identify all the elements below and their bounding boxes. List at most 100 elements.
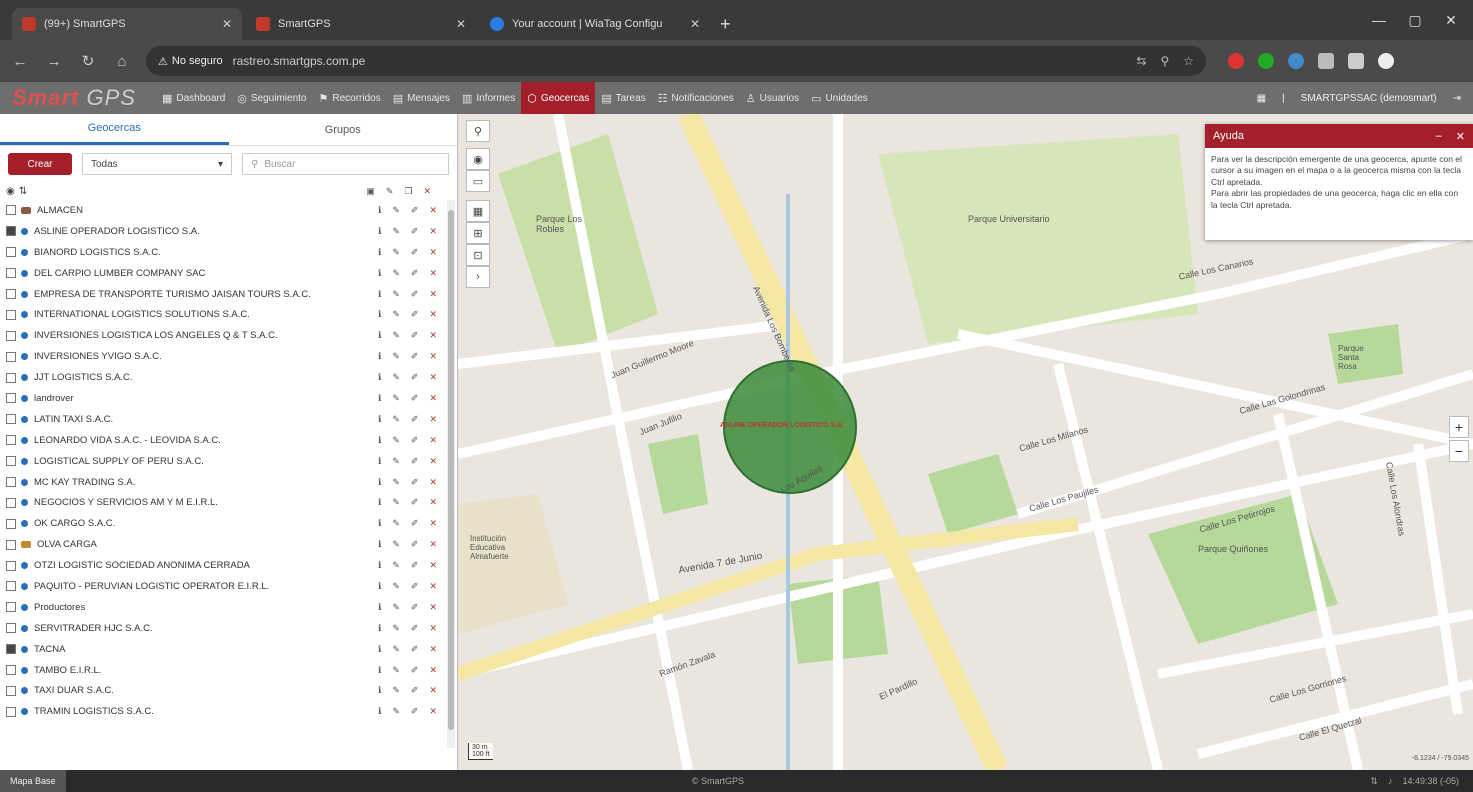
edit-icon[interactable]: ✎ [392,644,400,655]
copy-icon[interactable]: ❐ [404,186,412,197]
delete-icon[interactable]: ✕ [429,309,437,320]
apps-grid-icon[interactable]: ▦ [1257,93,1266,104]
browser-tab[interactable]: SmartGPS ✕ [246,8,476,40]
menu-unidades[interactable]: ▭ Unidades [805,82,874,114]
row-checkbox[interactable] [6,289,16,299]
tab-grupos[interactable]: Grupos [229,114,458,145]
logout-icon[interactable]: ⇥ [1453,93,1461,104]
edit-icon[interactable]: ✎ [392,706,400,717]
properties-icon[interactable]: ✐ [411,644,419,655]
menu-mensajes[interactable]: ▤ Mensajes [387,82,456,114]
geofence-row[interactable]: JJT LOGISTICS S.A.C. ℹ ✎ ✐ ✕ [0,367,457,388]
geofence-row[interactable]: OLVA CARGA ℹ ✎ ✐ ✕ [0,534,457,555]
create-button[interactable]: Crear [8,153,72,175]
app-logo[interactable]: Smart GPS [12,85,136,111]
menu-informes[interactable]: ▥ Informes [456,82,521,114]
row-checkbox[interactable] [6,665,16,676]
properties-icon[interactable]: ✐ [411,372,419,383]
geofence-row[interactable]: TACNA ℹ ✎ ✐ ✕ [0,639,457,660]
row-checkbox[interactable] [6,539,16,550]
translate-icon[interactable]: ⇆ [1136,54,1146,68]
properties-icon[interactable]: ✐ [411,414,419,425]
properties-icon[interactable]: ✐ [411,226,419,237]
info-icon[interactable]: ℹ [378,685,381,696]
geofence-row[interactable]: TRAMIN LOGISTICS S.A.C. ℹ ✎ ✐ ✕ [0,701,457,722]
delete-icon[interactable]: ✕ [429,435,437,446]
properties-icon[interactable]: ✐ [411,581,419,592]
row-checkbox[interactable] [6,330,16,341]
tab-geocercas[interactable]: Geocercas [0,114,229,145]
delete-icon[interactable]: ✕ [429,539,437,550]
properties-icon[interactable]: ✐ [411,309,419,320]
menu-seguimiento[interactable]: ◎ Seguimiento [231,82,312,114]
delete-icon[interactable]: ✕ [429,518,437,529]
browser-tab[interactable]: (99+) SmartGPS ✕ [12,8,242,40]
sound-icon[interactable]: ♪ [1388,776,1393,787]
row-checkbox[interactable] [6,393,16,404]
delete-icon[interactable]: ✕ [429,560,437,571]
properties-icon[interactable]: ✐ [411,602,419,613]
geofence-row[interactable]: Productores ℹ ✎ ✐ ✕ [0,597,457,618]
edit-icon[interactable]: ✎ [392,623,400,634]
delete-icon[interactable]: ✕ [429,247,437,258]
delete-icon[interactable]: ✕ [429,372,437,383]
geofence-row[interactable]: DEL CARPIO LUMBER COMPANY SAC ℹ ✎ ✐ ✕ [0,263,457,284]
geofence-row[interactable]: INVERSIONES LOGISTICA LOS ANGELES Q & T … [0,325,457,346]
delete-icon[interactable]: ✕ [429,685,437,696]
edit-icon[interactable]: ✎ [392,456,400,467]
row-checkbox[interactable] [6,414,16,425]
delete-icon[interactable]: ✕ [429,268,437,279]
properties-icon[interactable]: ✐ [411,435,419,446]
row-checkbox[interactable] [6,518,16,529]
row-checkbox[interactable] [6,247,16,258]
edit-icon[interactable]: ✎ [392,477,400,488]
geofence-row[interactable]: TAMBO E.I.R.L. ℹ ✎ ✐ ✕ [0,660,457,681]
extensions-puzzle-icon[interactable] [1318,53,1334,69]
edit-icon[interactable]: ✎ [392,435,400,446]
close-tab-icon[interactable]: ✕ [690,17,700,31]
properties-icon[interactable]: ✐ [411,456,419,467]
menu-geocercas[interactable]: ⬡ Geocercas [521,82,596,114]
map-ruler-icon[interactable]: ▭ [466,170,490,192]
properties-icon[interactable]: ✐ [411,330,419,341]
geofence-row[interactable]: ASLINE OPERADOR LOGISTICO S.A. ℹ ✎ ✐ ✕ [0,221,457,242]
info-icon[interactable]: ℹ [378,497,381,508]
delete-icon[interactable]: ✕ [429,456,437,467]
bookmark-star-icon[interactable]: ☆ [1183,54,1194,68]
row-checkbox[interactable] [6,205,16,216]
zoom-out-button[interactable]: − [1449,440,1469,462]
properties-icon[interactable]: ✐ [411,518,419,529]
info-icon[interactable]: ℹ [378,393,381,404]
geofence-row[interactable]: LOGISTICAL SUPPLY OF PERU S.A.C. ℹ ✎ ✐ ✕ [0,451,457,472]
info-icon[interactable]: ℹ [378,581,381,592]
row-checkbox[interactable] [6,435,16,446]
geofence-row[interactable]: INTERNATIONAL LOGISTICS SOLUTIONS S.A.C.… [0,304,457,325]
back-icon[interactable]: ← [10,53,30,70]
info-icon[interactable]: ℹ [378,560,381,571]
geofence-row[interactable]: LATIN TAXI S.A.C. ℹ ✎ ✐ ✕ [0,409,457,430]
properties-icon[interactable]: ✐ [411,393,419,404]
user-account[interactable]: SMARTGPSSAC (demosmart) [1301,93,1437,104]
edit-icon[interactable]: ✎ [392,602,400,613]
info-icon[interactable]: ℹ [378,456,381,467]
delete-icon[interactable]: ✕ [429,644,437,655]
edit-icon[interactable]: ✎ [392,226,400,237]
scrollbar-thumb[interactable] [448,210,454,730]
properties-icon[interactable]: ✐ [411,539,419,550]
row-checkbox[interactable] [6,456,16,467]
delete-all-icon[interactable]: ✕ [423,186,431,197]
row-checkbox[interactable] [6,685,16,696]
geofence-row[interactable]: MC KAY TRADING S.A. ℹ ✎ ✐ ✕ [0,472,457,493]
properties-icon[interactable]: ✐ [411,477,419,488]
filter-select[interactable]: Todas ▾ [82,153,232,175]
row-checkbox[interactable] [6,309,16,320]
menu-usuarios[interactable]: ♙ Usuarios [740,82,805,114]
row-checkbox[interactable] [6,623,16,634]
close-help-icon[interactable]: ✕ [1456,130,1465,143]
info-icon[interactable]: ℹ [378,289,381,300]
properties-icon[interactable]: ✐ [411,685,419,696]
delete-icon[interactable]: ✕ [429,581,437,592]
row-checkbox[interactable] [6,581,16,592]
maximize-icon[interactable]: ▢ [1401,6,1429,34]
info-icon[interactable]: ℹ [378,644,381,655]
